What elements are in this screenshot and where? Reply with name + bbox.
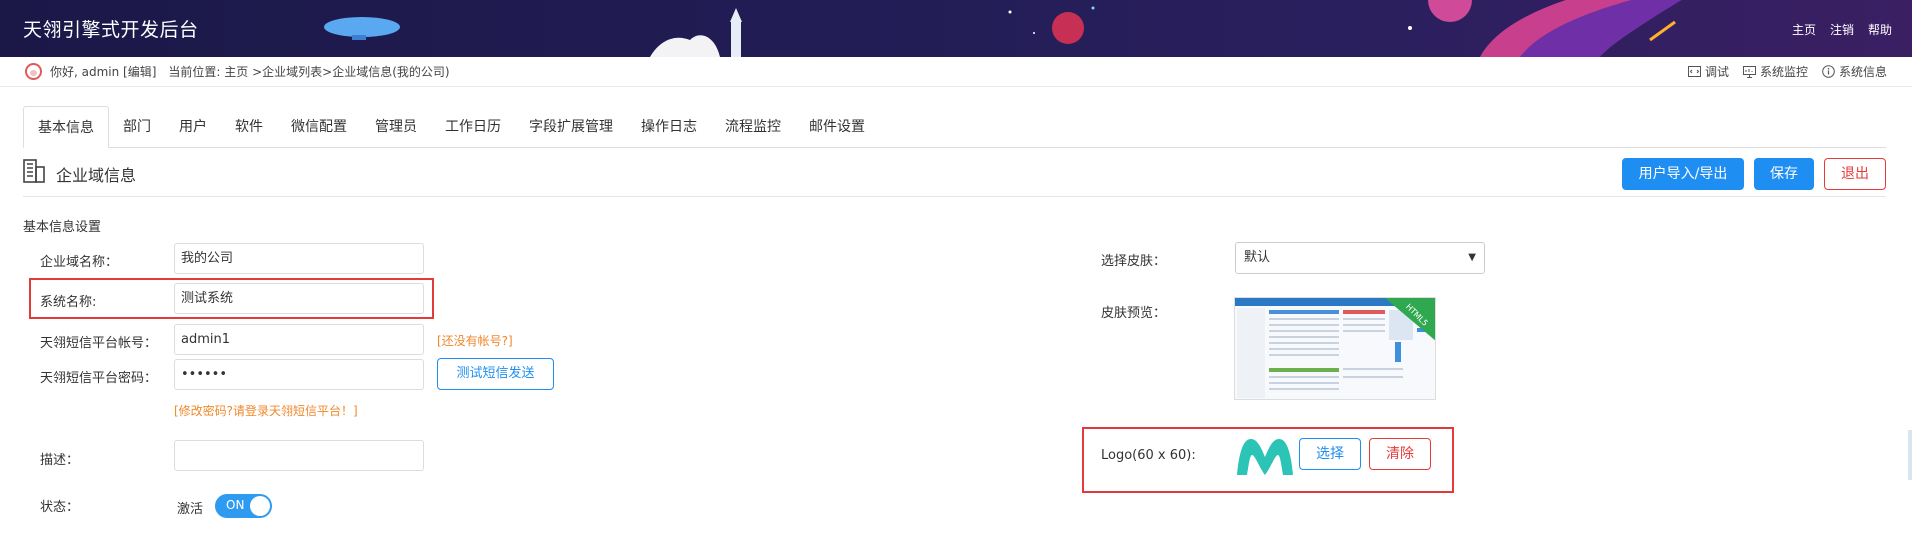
sms-password-input[interactable]: •••••• xyxy=(174,359,424,390)
section-title: 企业域信息 xyxy=(56,166,137,185)
logout-link[interactable]: 注销 xyxy=(1830,21,1854,38)
breadcrumb: 当前位置: 主页 >企业域列表>企业域信息(我的公司) xyxy=(168,65,450,79)
app-title: 天翎引擎式开发后台 xyxy=(23,19,199,41)
tab-software[interactable]: 软件 xyxy=(221,107,277,147)
avatar xyxy=(25,63,42,80)
exit-button[interactable]: 退出 xyxy=(1824,158,1886,190)
toggle-text: ON xyxy=(226,498,245,512)
status-text: 激活 xyxy=(177,502,204,517)
description-input[interactable] xyxy=(174,440,424,471)
logo-label: Logo(60 x 60): xyxy=(1101,448,1196,463)
test-sms-button[interactable]: 测试短信发送 xyxy=(437,358,554,390)
tab-department[interactable]: 部门 xyxy=(109,107,165,147)
save-button[interactable]: 保存 xyxy=(1754,158,1814,190)
tab-users[interactable]: 用户 xyxy=(165,107,221,147)
skin-select[interactable]: 默认 ▼ xyxy=(1235,242,1485,274)
monitor-icon xyxy=(1742,65,1756,78)
select-logo-button[interactable]: 选择 xyxy=(1299,438,1361,470)
change-password-link[interactable]: [修改密码?请登录天翎短信平台！] xyxy=(174,402,358,419)
tab-work-calendar[interactable]: 工作日历 xyxy=(431,107,515,147)
home-link[interactable]: 主页 xyxy=(1792,21,1816,38)
tab-basic-info[interactable]: 基本信息 xyxy=(23,106,109,148)
no-account-link[interactable]: [还没有帐号?] xyxy=(437,332,513,349)
scrollbar[interactable] xyxy=(1908,430,1912,480)
code-icon xyxy=(1687,65,1701,77)
tab-field-extension[interactable]: 字段扩展管理 xyxy=(515,107,627,147)
status-toggle[interactable]: ON xyxy=(215,494,272,518)
system-monitor-label: 系统监控 xyxy=(1759,65,1808,79)
system-info-label: 系统信息 xyxy=(1838,65,1887,79)
sms-account-label: 天翎短信平台帐号： xyxy=(40,336,158,351)
help-link[interactable]: 帮助 xyxy=(1868,21,1892,38)
system-monitor-button[interactable]: 系统监控 xyxy=(1742,63,1808,80)
chevron-down-icon: ▼ xyxy=(1468,252,1476,263)
header-decoration xyxy=(324,0,1682,57)
clear-logo-button[interactable]: 清除 xyxy=(1369,438,1431,470)
tab-operation-log[interactable]: 操作日志 xyxy=(627,107,711,147)
debug-label: 调试 xyxy=(1704,65,1729,79)
user-import-export-button[interactable]: 用户导入/导出 xyxy=(1622,158,1744,190)
info-icon xyxy=(1822,65,1835,78)
user-greeting[interactable]: 你好, admin [编辑] xyxy=(50,63,156,80)
system-name-input[interactable]: 测试系统 xyxy=(174,283,424,314)
description-label: 描述： xyxy=(40,453,80,468)
top-header: 天翎引擎式开发后台 主页 注销 帮助 xyxy=(0,0,1912,57)
tab-wechat-config[interactable]: 微信配置 xyxy=(277,107,361,147)
top-links: 主页 注销 帮助 xyxy=(1792,21,1892,38)
skin-preview-image: HTML5 xyxy=(1234,297,1436,400)
sms-account-input[interactable]: admin1 xyxy=(174,324,424,355)
tab-mail-settings[interactable]: 邮件设置 xyxy=(795,107,879,147)
user-bar: 你好, admin [编辑] 当前位置: 主页 >企业域列表>企业域信息(我的公… xyxy=(0,57,1912,87)
domain-name-input[interactable]: 我的公司 xyxy=(174,243,424,274)
basic-settings-title: 基本信息设置 xyxy=(23,220,102,235)
tab-workflow-monitor[interactable]: 流程监控 xyxy=(711,107,795,147)
logo-preview xyxy=(1237,439,1293,475)
sms-password-label: 天翎短信平台密码： xyxy=(40,371,158,386)
status-label: 状态： xyxy=(40,500,80,515)
skin-preview-label: 皮肤预览： xyxy=(1101,306,1167,321)
tab-bar: 基本信息 部门 用户 软件 微信配置 管理员 工作日历 字段扩展管理 操作日志 … xyxy=(23,104,1886,148)
building-icon xyxy=(23,159,45,183)
system-tools: 调试 系统监控 系统信息 xyxy=(1687,63,1887,80)
skin-preview-thumbnail: HTML5 xyxy=(1235,298,1435,398)
domain-name-label: 企业域名称： xyxy=(40,255,119,270)
toggle-knob xyxy=(250,496,270,516)
system-name-label: 系统名称: xyxy=(40,295,97,310)
skin-select-value: 默认 xyxy=(1244,250,1271,265)
tab-admins[interactable]: 管理员 xyxy=(361,107,431,147)
system-info-button[interactable]: 系统信息 xyxy=(1822,63,1887,80)
debug-button[interactable]: 调试 xyxy=(1687,63,1729,80)
section-header: 企业域信息 用户导入/导出 保存 退出 xyxy=(23,155,1886,197)
skin-label: 选择皮肤： xyxy=(1101,254,1167,269)
